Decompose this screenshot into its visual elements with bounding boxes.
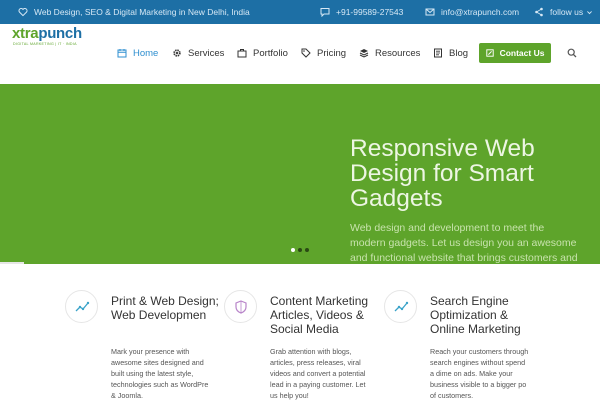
nav-blog-label: Blog bbox=[449, 47, 469, 59]
feature-line: videos and convert a potential bbox=[270, 369, 366, 378]
slider-dot[interactable] bbox=[298, 248, 302, 252]
feature-line: Mark your presence with bbox=[111, 347, 190, 356]
hero-title: Responsive Web Design for Smart Gadgets bbox=[350, 135, 535, 212]
logo-first: xtra bbox=[12, 25, 39, 42]
tag-icon bbox=[301, 48, 311, 58]
document-icon bbox=[434, 48, 442, 58]
follow-us-label: follow us bbox=[550, 7, 584, 17]
logo-wordmark: xtrapunch bbox=[12, 26, 82, 42]
tagline: Web Design, SEO & Digital Marketing in N… bbox=[18, 0, 250, 24]
chevron-down-icon bbox=[587, 10, 592, 14]
briefcase-icon bbox=[237, 49, 247, 58]
stack-icon bbox=[359, 49, 369, 58]
trend-line-icon bbox=[75, 301, 89, 311]
slider-pagination bbox=[291, 248, 312, 252]
feature-icon-badge bbox=[224, 290, 257, 323]
feature-line: Reach your customers through bbox=[430, 347, 529, 356]
nav-pricing-label: Pricing bbox=[317, 47, 347, 59]
feature-line: built using the latest style, bbox=[111, 369, 194, 378]
shield-icon bbox=[234, 299, 247, 314]
gear-icon bbox=[173, 49, 181, 57]
nav-home-label: Home bbox=[133, 47, 159, 59]
hero-subtitle-line: modern gadgets. Let us design you an awe… bbox=[350, 237, 577, 249]
nav-pricing[interactable]: Pricing bbox=[301, 44, 346, 62]
nav-resources[interactable]: Resources bbox=[359, 44, 420, 62]
feature-line: us help you! bbox=[270, 391, 309, 400]
logo-rest: punch bbox=[38, 25, 82, 42]
feature-line: & Joomla. bbox=[111, 391, 143, 400]
feature-line: awesome sites designed and bbox=[111, 358, 204, 367]
feature-line: of customers. bbox=[430, 391, 474, 400]
nav-resources-label: Resources bbox=[375, 47, 421, 59]
slider-dot[interactable] bbox=[291, 248, 295, 252]
contact-us-button[interactable]: Contact Us bbox=[479, 43, 551, 63]
feature-line: a dime on ads. Make your bbox=[430, 369, 513, 378]
chat-icon bbox=[320, 8, 330, 17]
slider-dot[interactable] bbox=[305, 248, 309, 252]
trend-line-icon bbox=[394, 301, 408, 311]
top-info-bar: Web Design, SEO & Digital Marketing in N… bbox=[0, 0, 600, 24]
nav-blog[interactable]: Blog bbox=[433, 44, 468, 62]
email-link[interactable]: info@xtrapunch.com bbox=[425, 0, 519, 24]
hero-subtitle-line: Web design and development to meet the bbox=[350, 222, 545, 234]
email-text: info@xtrapunch.com bbox=[441, 7, 520, 17]
nav-services-label: Services bbox=[188, 47, 225, 59]
feature-line: articles, press releases, viral bbox=[270, 358, 361, 367]
edit-icon bbox=[485, 49, 494, 57]
logo-tagline: DIGITAL MARKETING | IT · INDIA bbox=[13, 42, 77, 46]
feature-line: technologies such as WordPre bbox=[111, 380, 209, 389]
search-icon[interactable] bbox=[567, 48, 577, 58]
feature-description: Grab attention with blogs, articles, pre… bbox=[270, 346, 382, 400]
contact-us-label: Contact Us bbox=[499, 48, 545, 58]
hero-subtitle-line: and functional website that brings custo… bbox=[350, 252, 578, 264]
feature-line: business visible to a bigger po bbox=[430, 380, 527, 389]
divider bbox=[0, 262, 24, 264]
feature-line: Grab attention with blogs, bbox=[270, 347, 352, 356]
phone-link[interactable]: +91-99589-27543 bbox=[320, 0, 403, 24]
nav-portfolio[interactable]: Portfolio bbox=[237, 44, 288, 62]
hero-subtitle: Web design and development to meet the m… bbox=[350, 221, 600, 264]
nav-services[interactable]: Services bbox=[172, 44, 224, 62]
nav-home[interactable]: Home bbox=[117, 44, 158, 62]
tagline-text: Web Design, SEO & Digital Marketing in N… bbox=[34, 7, 250, 17]
phone-text: +91-99589-27543 bbox=[336, 7, 404, 17]
follow-us-dropdown[interactable]: follow us bbox=[534, 0, 593, 24]
calendar-icon bbox=[117, 49, 127, 58]
feature-icon-badge bbox=[65, 290, 98, 323]
feature-description: Mark your presence with awesome sites de… bbox=[111, 346, 223, 400]
feature-line: search engines without spend bbox=[430, 358, 526, 367]
feature-line: lead in a paying customer. Let bbox=[270, 380, 366, 389]
nav-portfolio-label: Portfolio bbox=[253, 47, 288, 59]
feature-description: Reach your customers through search engi… bbox=[430, 346, 542, 400]
heart-icon bbox=[18, 7, 28, 17]
logo[interactable]: xtrapunch DIGITAL MARKETING | IT · INDIA bbox=[12, 26, 82, 48]
mail-icon bbox=[425, 8, 435, 16]
feature-icon-badge bbox=[384, 290, 417, 323]
feature-title: Search Engine Optimization & Online Mark… bbox=[430, 294, 521, 336]
share-icon bbox=[535, 7, 543, 17]
hero-slider: Responsive Web Design for Smart Gadgets … bbox=[0, 84, 600, 264]
